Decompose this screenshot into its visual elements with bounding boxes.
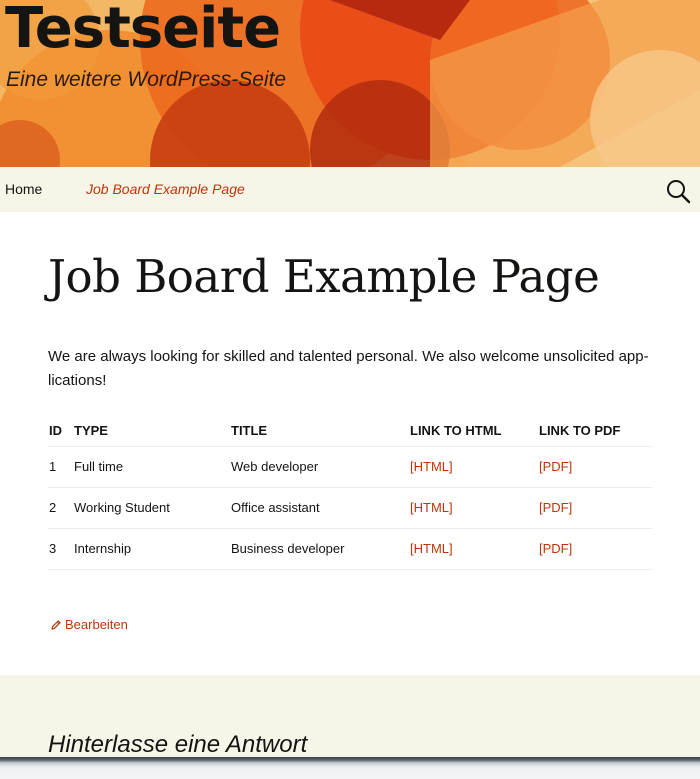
cell-id: 2: [48, 487, 73, 529]
cell-title: Web developer: [230, 446, 409, 488]
window-bottom-edge: [0, 757, 700, 779]
job-table: ID TYPE TITLE LINK TO HTML LINK TO PDF 1…: [48, 420, 653, 570]
page-title: Job Board Example Page: [48, 250, 600, 303]
html-link[interactable]: [HTML]: [410, 541, 453, 556]
pdf-link[interactable]: [PDF]: [539, 459, 572, 474]
cell-type: Working Student: [73, 487, 230, 529]
column-header-link-html: LINK TO HTML: [409, 420, 538, 447]
comments-area: Hinterlasse eine Antwort: [0, 675, 700, 765]
cell-id: 1: [48, 446, 73, 488]
edit-link[interactable]: Bearbeiten: [50, 617, 128, 632]
cell-pdf: [PDF]: [538, 528, 653, 570]
table-header-row: ID TYPE TITLE LINK TO HTML LINK TO PDF: [48, 420, 653, 447]
intro-paragraph: We are always looking for skilled and ta…: [48, 348, 649, 389]
cell-pdf: [PDF]: [538, 487, 653, 529]
cell-html: [HTML]: [409, 487, 538, 529]
table-row: 2 Working Student Office assistant [HTML…: [48, 487, 653, 529]
html-link[interactable]: [HTML]: [410, 500, 453, 515]
column-header-link-pdf: LINK TO PDF: [538, 420, 653, 447]
cell-type: Internship: [73, 528, 230, 570]
nav-item-home[interactable]: Home: [5, 181, 42, 197]
column-header-id: ID: [48, 420, 73, 447]
site-description: Eine weitere WordPress-Seite: [6, 68, 287, 91]
column-header-title: TITLE: [230, 420, 409, 447]
cell-pdf: [PDF]: [538, 446, 653, 488]
table-row: 1 Full time Web developer [HTML] [PDF]: [48, 446, 653, 488]
search-icon[interactable]: [664, 177, 692, 205]
site-title[interactable]: Testseite: [5, 0, 281, 61]
cell-html: [HTML]: [409, 528, 538, 570]
page-content: Job Board Example Page We are always loo…: [0, 212, 700, 675]
cell-type: Full time: [73, 446, 230, 488]
cell-title: Business developer: [230, 528, 409, 570]
edit-link-label: Bearbeiten: [65, 617, 128, 632]
main-navigation: Home Job Board Example Page: [0, 167, 700, 212]
reply-title: Hinterlasse eine Antwort: [48, 731, 308, 758]
cell-id: 3: [48, 528, 73, 570]
pencil-icon: [51, 619, 61, 630]
table-row: 3 Internship Business developer [HTML] […: [48, 528, 653, 570]
cell-title: Office assistant: [230, 487, 409, 529]
cell-html: [HTML]: [409, 446, 538, 488]
pdf-link[interactable]: [PDF]: [539, 541, 572, 556]
html-link[interactable]: [HTML]: [410, 459, 453, 474]
site-header: Testseite Eine weitere WordPress-Seite: [0, 0, 700, 167]
pdf-link[interactable]: [PDF]: [539, 500, 572, 515]
column-header-type: TYPE: [73, 420, 230, 447]
nav-item-job-board[interactable]: Job Board Example Page: [86, 181, 245, 197]
